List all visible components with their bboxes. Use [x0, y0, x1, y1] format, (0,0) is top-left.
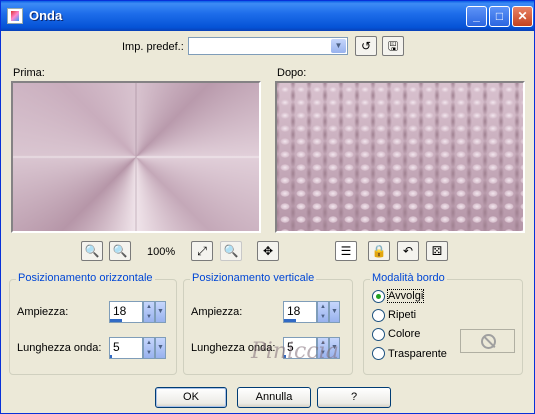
h-wavelength-value[interactable]: 5: [109, 337, 143, 359]
proof-toggle-button[interactable]: ☰: [335, 241, 357, 261]
save-preset-button[interactable]: 🖫: [382, 36, 404, 56]
v-wavelength-value[interactable]: 5: [283, 337, 317, 359]
maximize-button[interactable]: □: [489, 6, 510, 27]
radio-color[interactable]: [372, 328, 385, 341]
vertical-group: Posizionamento verticale: [183, 272, 353, 375]
h-amplitude-updown-icon[interactable]: ▲ ▼: [143, 301, 155, 323]
radio-color-label[interactable]: Colore: [388, 328, 420, 340]
fit-icon: ⤢: [197, 244, 207, 258]
lock-icon: 🔒: [371, 244, 387, 258]
chevron-down-icon[interactable]: ▼: [331, 39, 346, 53]
zoom-level: 100%: [147, 246, 176, 258]
v-amplitude-drop-icon[interactable]: ▼: [329, 301, 340, 323]
radio-transparent-label[interactable]: Trasparente: [388, 348, 447, 360]
h-amplitude-stepper[interactable]: 18 ▲ ▼ ▼: [109, 301, 166, 323]
zoom-disabled-icon: 🔍: [223, 244, 239, 258]
preview-before-image[interactable]: [11, 81, 261, 233]
random-button[interactable]: ⚄: [426, 241, 448, 261]
randomize-button[interactable]: 🔒: [368, 241, 390, 261]
preset-label: Imp. predef.:: [122, 41, 184, 53]
no-color-icon: [481, 334, 496, 349]
fit-to-window-button[interactable]: ⤢: [191, 241, 213, 261]
preview-after-image[interactable]: [275, 81, 525, 233]
before-label: Prima:: [13, 67, 45, 79]
dialog-window: Onda _ □ ✕ Imp. predef.: ▼ ↺ 🖫 Prima: Do…: [0, 0, 535, 414]
v-amplitude-label: Ampiezza:: [191, 306, 243, 318]
zoom-in-button[interactable]: 🔍: [109, 241, 131, 261]
window-title: Onda: [29, 8, 63, 23]
v-amplitude-updown-icon[interactable]: ▲ ▼: [317, 301, 329, 323]
v-wavelength-stepper[interactable]: 5 ▲ ▼ ▼: [283, 337, 340, 359]
v-amplitude-slider[interactable]: [284, 319, 296, 322]
minimize-button[interactable]: _: [466, 6, 487, 27]
undo-arrow-icon: ↶: [402, 244, 414, 258]
h-amplitude-drop-icon[interactable]: ▼: [155, 301, 166, 323]
vertical-group-title: Posizionamento verticale: [190, 272, 317, 284]
undo-icon: ↺: [360, 39, 372, 53]
radio-repeat[interactable]: [372, 309, 385, 322]
radio-wrap[interactable]: [372, 290, 385, 303]
zoom-out-button[interactable]: 🔍: [81, 241, 103, 261]
horizontal-group: Posizionamento orizzontale: [9, 272, 177, 375]
save-icon: 🖫: [387, 39, 399, 53]
undo-button[interactable]: ↶: [397, 241, 419, 261]
close-button[interactable]: ✕: [512, 6, 533, 27]
edge-color-swatch[interactable]: [460, 329, 515, 353]
v-wavelength-updown-icon[interactable]: ▲ ▼: [317, 337, 329, 359]
edge-mode-group: Modalità bordo: [363, 272, 523, 375]
ok-button[interactable]: OK: [155, 387, 227, 408]
h-wavelength-stepper[interactable]: 5 ▲ ▼ ▼: [109, 337, 166, 359]
v-wavelength-drop-icon[interactable]: ▼: [329, 337, 340, 359]
v-amplitude-stepper[interactable]: 18 ▲ ▼ ▼: [283, 301, 340, 323]
app-icon: [7, 8, 23, 24]
zoom-in-icon: 🔍: [112, 244, 128, 258]
move-icon: ✥: [262, 244, 274, 258]
radio-repeat-label[interactable]: Ripeti: [388, 309, 416, 321]
h-wavelength-slider[interactable]: [110, 355, 112, 358]
v-wavelength-label: Lunghezza onda:: [191, 342, 276, 354]
reset-preset-button[interactable]: ↺: [355, 36, 377, 56]
horizontal-group-title: Posizionamento orizzontale: [16, 272, 155, 284]
h-wavelength-updown-icon[interactable]: ▲ ▼: [143, 337, 155, 359]
pan-button[interactable]: ✥: [257, 241, 279, 261]
preset-dropdown[interactable]: ▼: [188, 37, 348, 55]
radio-wrap-label[interactable]: Avvolgi: [386, 289, 425, 303]
dice-icon: ⚄: [431, 244, 443, 258]
zoom-out-icon: 🔍: [84, 244, 100, 258]
cancel-button[interactable]: Annulla: [237, 387, 311, 408]
after-label: Dopo:: [277, 67, 307, 79]
help-button[interactable]: ?: [317, 387, 391, 408]
list-icon: ☰: [340, 244, 352, 258]
h-wavelength-drop-icon[interactable]: ▼: [155, 337, 166, 359]
h-amplitude-label: Ampiezza:: [17, 306, 69, 318]
edge-mode-group-title: Modalità bordo: [370, 272, 447, 284]
radio-transparent[interactable]: [372, 347, 385, 360]
zoom-actual-button[interactable]: 🔍: [220, 241, 242, 261]
h-wavelength-label: Lunghezza onda:: [17, 342, 102, 354]
h-amplitude-slider[interactable]: [110, 319, 122, 322]
v-wavelength-slider[interactable]: [284, 355, 286, 358]
title-bar[interactable]: Onda _ □ ✕: [1, 1, 534, 31]
